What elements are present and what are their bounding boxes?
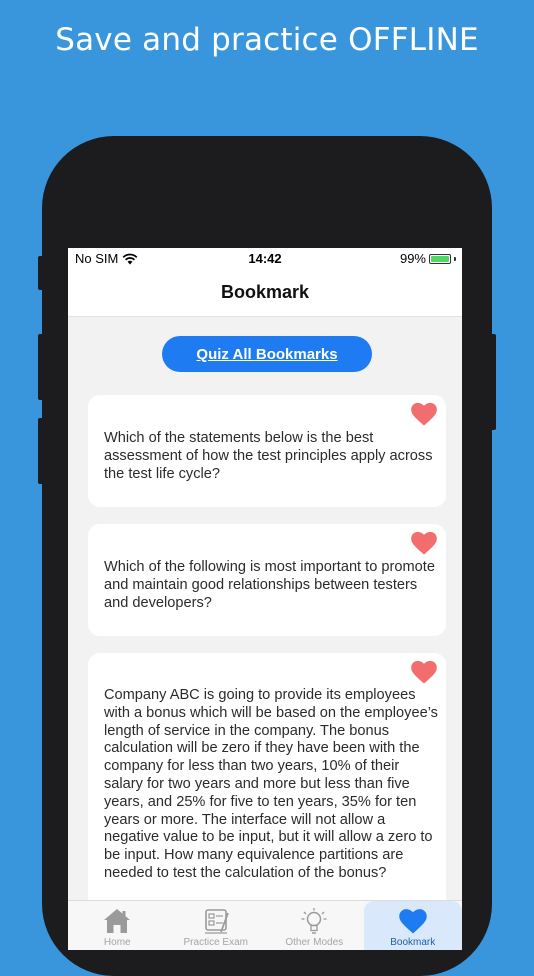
question-text: Company ABC is going to provide its empl…	[104, 687, 438, 881]
heart-icon[interactable]	[410, 401, 438, 427]
bookmark-card[interactable]: Which of the statements below is the bes…	[88, 395, 446, 507]
bookmark-card[interactable]: Company ABC is going to provide its empl…	[88, 653, 446, 913]
battery-tip	[454, 256, 456, 261]
power-button	[490, 334, 496, 430]
status-bar: No SIM 14:42 99%	[68, 248, 462, 270]
battery-icon	[429, 253, 451, 264]
volume-up-button	[38, 334, 44, 400]
heart-icon[interactable]	[410, 659, 438, 685]
phone-screen: No SIM 14:42 99% Bookmark Quiz All Bookm…	[68, 248, 462, 950]
tab-bookmark[interactable]: Bookmark	[363, 901, 462, 950]
home-icon	[104, 909, 131, 933]
nav-bar: Bookmark	[68, 270, 462, 317]
promo-headline: Save and practice OFFLINE	[55, 22, 479, 58]
exam-icon	[204, 909, 229, 934]
tab-other-modes-label: Other Modes	[285, 937, 344, 948]
tab-practice-exam[interactable]: Practice Exam	[167, 901, 266, 950]
quiz-all-bookmarks-button[interactable]: Quiz All Bookmarks	[162, 336, 372, 372]
lightbulb-icon	[301, 908, 327, 934]
question-text: Which of the following is most important…	[104, 559, 435, 611]
mute-switch	[38, 256, 44, 290]
volume-down-button	[38, 418, 44, 484]
tab-other-modes[interactable]: Other Modes	[265, 901, 364, 950]
page-title: Bookmark	[220, 282, 310, 302]
tab-bookmark-label: Bookmark	[390, 937, 436, 948]
tab-home-label: Home	[103, 937, 131, 948]
heart-icon	[399, 909, 427, 934]
battery-percent: 99%	[399, 251, 426, 266]
question-text: Which of the statements below is the bes…	[104, 430, 433, 482]
heart-icon[interactable]	[410, 530, 438, 556]
tab-bar: Home Practice Exam Other Modes Bookmark	[68, 900, 462, 950]
bookmark-card[interactable]: Which of the following is most important…	[88, 524, 446, 636]
tab-home[interactable]: Home	[68, 901, 167, 950]
tab-practice-exam-label: Practice Exam	[183, 937, 248, 948]
